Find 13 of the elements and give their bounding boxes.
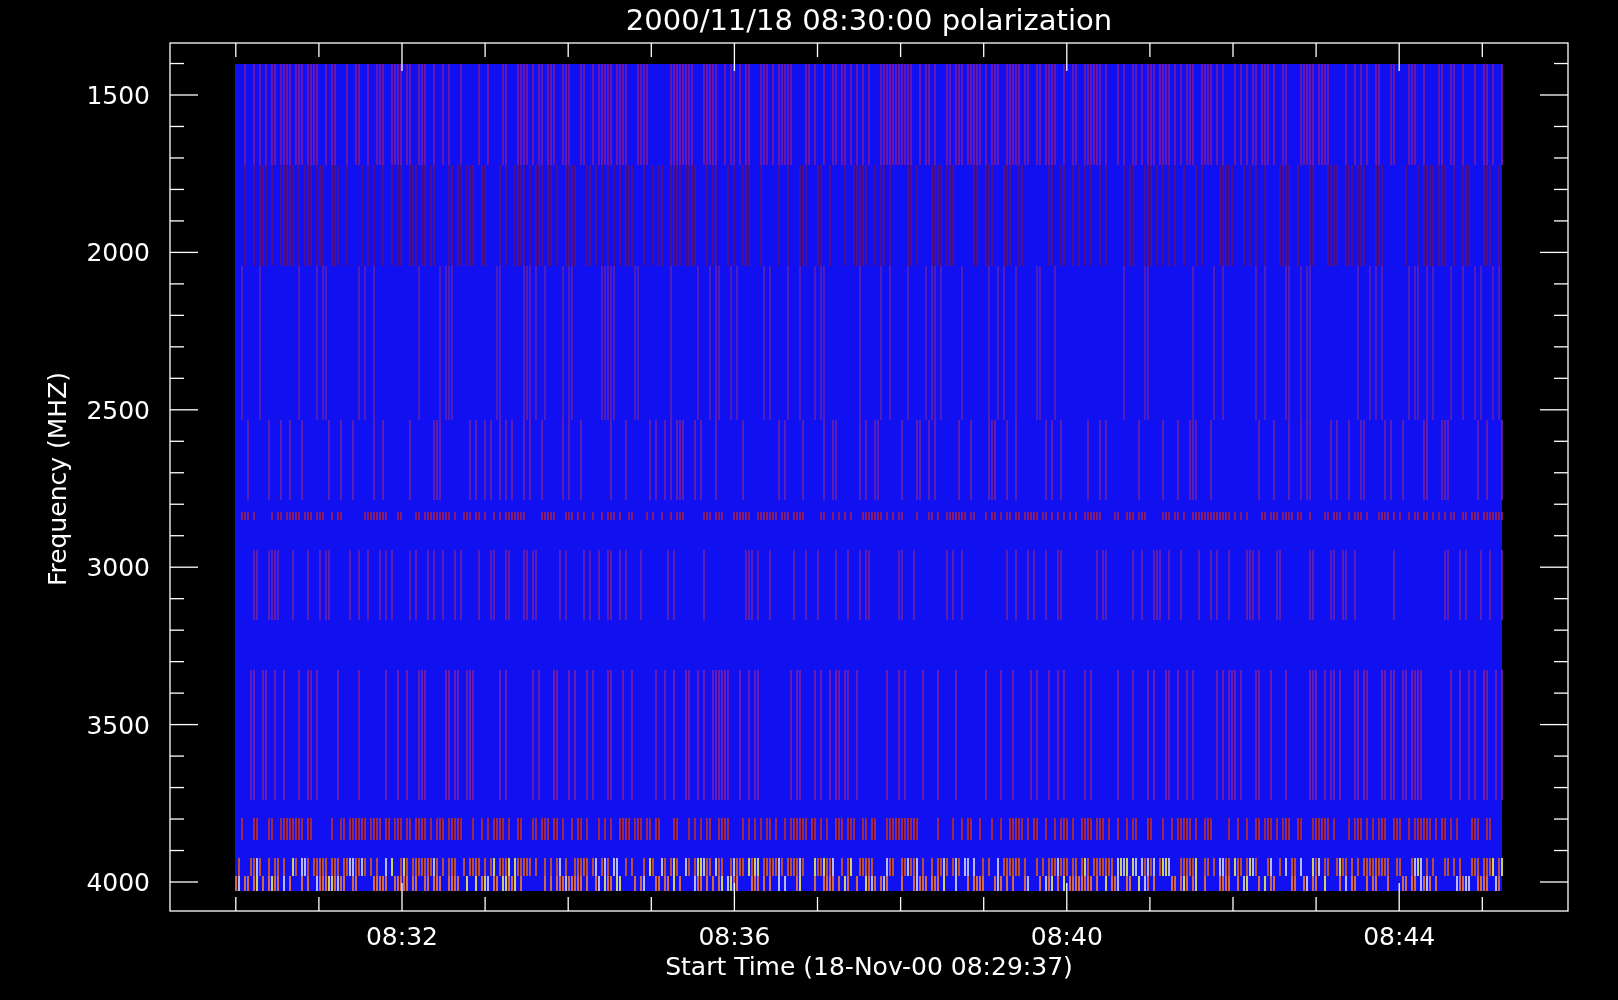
y-axis-label: Frequency (MHZ) — [43, 371, 72, 587]
x-tick-label: 08:36 — [698, 922, 771, 951]
y-tick-label: 1500 — [86, 81, 150, 110]
y-tick-label: 2500 — [86, 395, 150, 425]
x-tick-label: 08:32 — [366, 922, 438, 951]
y-tick-label: 3500 — [86, 710, 150, 740]
x-axis-label: Start Time (18-Nov-00 08:29:37) — [665, 952, 1073, 981]
y-tick-label: 2000 — [86, 238, 150, 268]
x-tick-label: 08:44 — [1363, 922, 1436, 951]
plot-title: 2000/11/18 08:30:00 polarization — [625, 3, 1113, 37]
x-tick-label: 08:40 — [1030, 922, 1103, 951]
y-tick-label: 3000 — [86, 553, 150, 583]
y-tick-label: 4000 — [86, 868, 150, 897]
